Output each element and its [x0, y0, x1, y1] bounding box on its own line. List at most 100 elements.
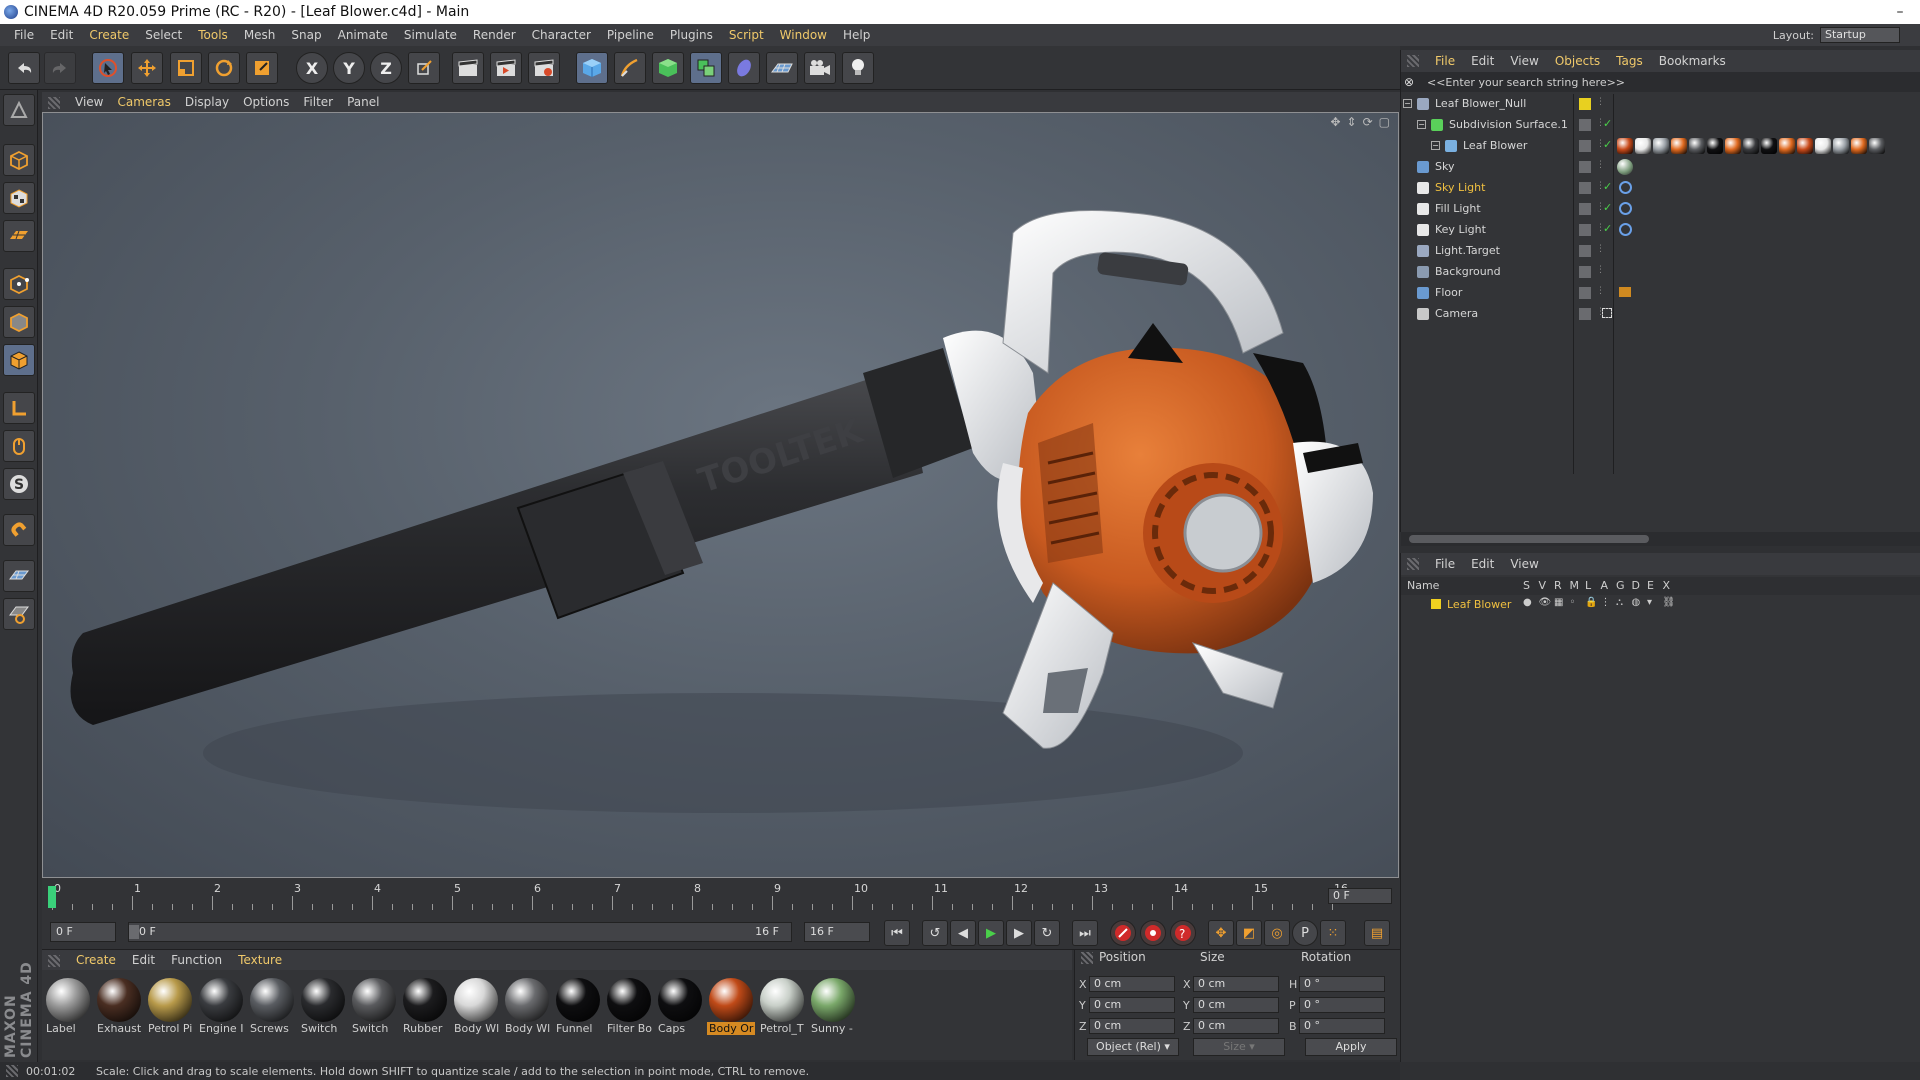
object-name[interactable]: Leaf Blower_Null [1435, 97, 1526, 110]
object-row[interactable]: − Subdivision Surface.1 ⋮ ✓ [1401, 115, 1920, 135]
menu-file[interactable]: File [1427, 54, 1463, 68]
layer-color-swatch[interactable] [1579, 182, 1591, 194]
menu-pipeline[interactable]: Pipeline [599, 28, 662, 42]
material-tag-icon[interactable] [1671, 138, 1687, 154]
layer-column-e[interactable]: E [1647, 579, 1654, 592]
layer-row[interactable]: Leaf Blower ● 👁 ▦ ◦ 🔒 ⋮ ⛬ ◍ ▾ ⛓ [1401, 595, 1920, 615]
snap-toggle-button[interactable]: S [3, 468, 35, 500]
layer-color-swatch[interactable] [1579, 266, 1591, 278]
min-time-field[interactable]: 0 F [50, 922, 116, 942]
material-tag-icon[interactable] [1833, 138, 1849, 154]
interpolation-button[interactable]: ▤ [1364, 920, 1390, 946]
apply-button[interactable]: Apply [1305, 1038, 1397, 1056]
material-item[interactable]: Rubber [401, 976, 449, 1038]
size-field[interactable]: 0 cm [1193, 997, 1279, 1013]
object-row[interactable]: − Leaf Blower ⋮ ✓ [1401, 136, 1920, 156]
position-field[interactable]: 0 cm [1089, 1018, 1175, 1034]
range-handle[interactable] [129, 925, 139, 939]
record-scale-button[interactable]: ◩ [1236, 920, 1262, 946]
menu-help[interactable]: Help [835, 28, 878, 42]
preview-range-slider[interactable]: 0 F 16 F [128, 922, 792, 942]
material-item[interactable]: Petrol_T [758, 976, 806, 1038]
layer-column-d[interactable]: D [1632, 579, 1640, 592]
visibility-dots-icon[interactable]: ⋮ [1596, 244, 1605, 254]
object-row[interactable]: Sky Light ⋮ ✓ [1401, 178, 1920, 198]
material-tag-icon[interactable] [1725, 138, 1741, 154]
layer-column-x[interactable]: X [1663, 579, 1671, 592]
camera-protection-tag-icon[interactable] [1602, 308, 1612, 318]
layer-color-swatch[interactable] [1579, 224, 1591, 236]
enabled-check-icon[interactable]: ✓ [1603, 201, 1612, 214]
goto-start-button[interactable]: ⏮ [884, 920, 910, 946]
layer-flag-icon[interactable]: 🔒 [1585, 597, 1597, 608]
record-pla-button[interactable]: ⁙ [1320, 920, 1346, 946]
menu-simulate[interactable]: Simulate [396, 28, 465, 42]
material-tag-icon[interactable] [1707, 138, 1723, 154]
material-item[interactable]: Funnel [554, 976, 602, 1038]
menu-tags[interactable]: Tags [1608, 54, 1651, 68]
layer-flag-icon[interactable]: ▾ [1647, 597, 1652, 608]
playhead-marker[interactable] [48, 886, 56, 908]
object-name[interactable]: Light.Target [1435, 244, 1500, 257]
menu-view[interactable]: View [1502, 54, 1546, 68]
object-name[interactable]: Floor [1435, 286, 1462, 299]
menu-snap[interactable]: Snap [283, 28, 329, 42]
keyframe-selection-button[interactable]: ? [1170, 920, 1196, 946]
rotate-tool-button[interactable] [208, 52, 240, 84]
rotation-field[interactable]: 0 ° [1299, 997, 1385, 1013]
cloner-button[interactable] [690, 52, 722, 84]
material-item[interactable]: Engine I [197, 976, 245, 1038]
record-position-button[interactable]: ✥ [1208, 920, 1234, 946]
object-name[interactable]: Leaf Blower [1463, 139, 1527, 152]
menu-options[interactable]: Options [236, 95, 296, 109]
visibility-dots-icon[interactable]: ⋮ [1596, 160, 1605, 170]
previous-frame-button[interactable]: ◀ [950, 920, 976, 946]
record-parameter-button[interactable]: P [1292, 920, 1318, 946]
material-item[interactable]: Body Or [707, 976, 755, 1038]
enabled-check-icon[interactable]: ✓ [1603, 138, 1612, 151]
position-field[interactable]: 0 cm [1089, 997, 1175, 1013]
make-editable-button[interactable] [3, 94, 35, 126]
search-close-icon[interactable]: ⊗ [1401, 75, 1417, 89]
light-button[interactable] [842, 52, 874, 84]
solo-mode-button[interactable] [3, 560, 35, 592]
layer-color-swatch[interactable] [1579, 203, 1591, 215]
camera-button[interactable] [804, 52, 836, 84]
minimize-button[interactable]: – [1880, 0, 1920, 24]
magnet-snap-button[interactable] [3, 514, 35, 546]
column-divider[interactable] [1613, 94, 1614, 474]
position-field[interactable]: 0 cm [1089, 976, 1175, 992]
tree-expand-icon[interactable]: − [1431, 141, 1440, 150]
target-tag-icon[interactable] [1619, 202, 1632, 215]
size-field[interactable]: 0 cm [1193, 976, 1279, 992]
rotation-field[interactable]: 0 ° [1299, 976, 1385, 992]
layer-color-swatch-yellow[interactable] [1579, 98, 1591, 110]
tweak-mode-button[interactable] [3, 430, 35, 462]
undo-button[interactable] [8, 52, 40, 84]
layer-flag-icon[interactable]: ▦ [1554, 597, 1563, 608]
frame-ruler[interactable]: 012345678910111213141516 [42, 880, 1348, 910]
tree-expand-icon[interactable]: − [1403, 99, 1412, 108]
layout-dropdown[interactable]: Startup [1820, 27, 1900, 43]
render-view-button[interactable] [452, 52, 484, 84]
layer-color-swatch[interactable] [1579, 119, 1591, 131]
material-item[interactable]: Filter Bo [605, 976, 653, 1038]
menu-script[interactable]: Script [721, 28, 772, 42]
object-name[interactable]: Subdivision Surface.1 [1449, 118, 1568, 131]
layer-color-swatch[interactable] [1579, 140, 1591, 152]
x-axis-lock-button[interactable]: X [296, 52, 328, 84]
layer-column-m[interactable]: M [1570, 579, 1580, 592]
object-row[interactable]: Key Light ⋮ ✓ [1401, 220, 1920, 240]
texture-mode-button[interactable] [3, 182, 35, 214]
enabled-check-icon[interactable]: ✓ [1603, 180, 1612, 193]
target-tag-icon[interactable] [1619, 223, 1632, 236]
material-tag-icon[interactable] [1797, 138, 1813, 154]
enabled-check-icon[interactable]: ✓ [1603, 117, 1612, 130]
material-item[interactable]: Sunny - [809, 976, 857, 1038]
material-item[interactable]: Screws [248, 976, 296, 1038]
tree-expand-icon[interactable]: − [1417, 120, 1426, 129]
layer-column-s[interactable]: S [1523, 579, 1530, 592]
menu-create[interactable]: Create [81, 28, 137, 42]
visibility-dots-icon[interactable]: ⋮ [1596, 286, 1605, 296]
menu-render[interactable]: Render [465, 28, 524, 42]
